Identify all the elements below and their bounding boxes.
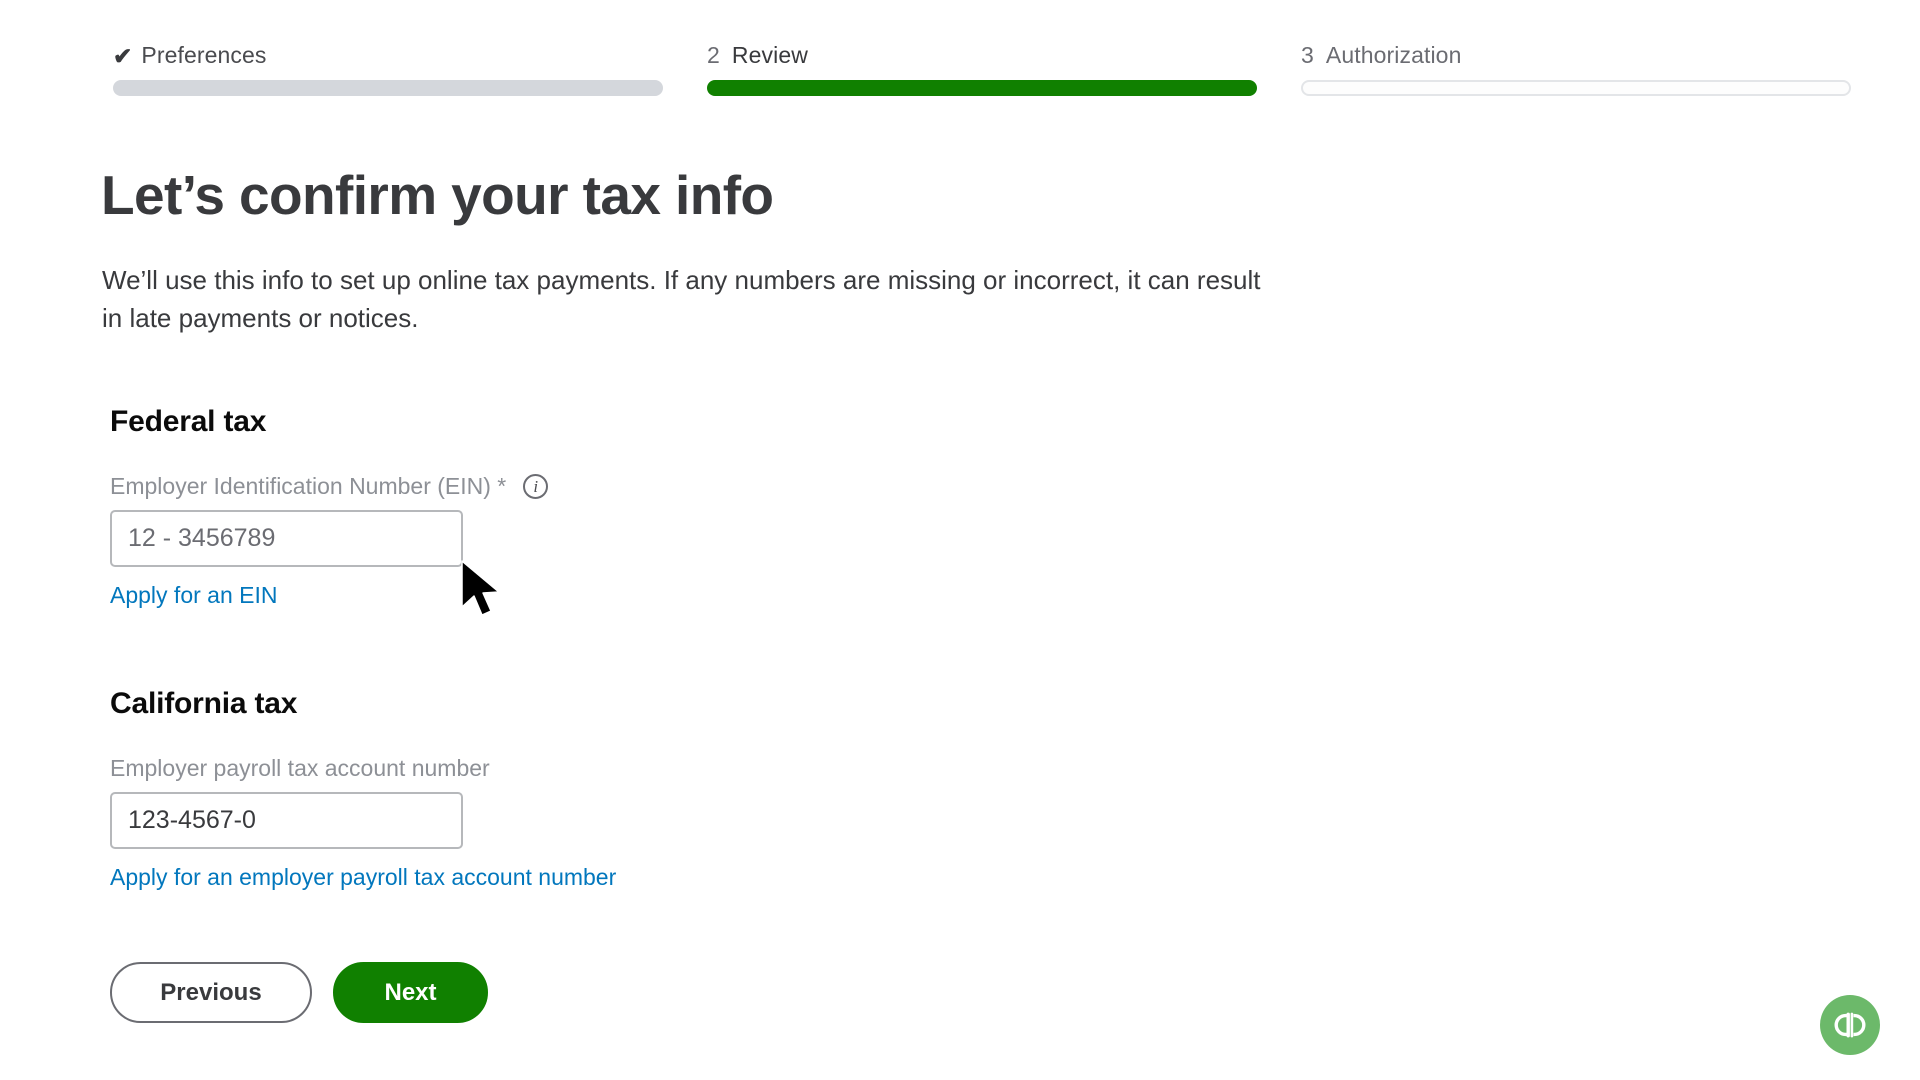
step-review-number: 2	[707, 42, 720, 68]
step-preferences-label: ✔ Preferences	[113, 0, 663, 68]
page-title: Let’s confirm your tax info	[101, 164, 774, 226]
step-review[interactable]: 2 Review	[707, 0, 1257, 96]
info-icon-glyph: i	[533, 476, 539, 496]
previous-button[interactable]: Previous	[110, 962, 312, 1023]
apply-for-ein-link[interactable]: Apply for an EIN	[110, 582, 277, 609]
step-preferences-bar	[113, 80, 663, 96]
ein-input[interactable]	[110, 510, 463, 567]
federal-tax-heading: Federal tax	[110, 405, 267, 438]
california-tax-heading: California tax	[110, 687, 298, 720]
next-button[interactable]: Next	[333, 962, 488, 1023]
step-authorization-bar	[1301, 80, 1851, 96]
quickbooks-logo-icon	[1834, 1012, 1866, 1038]
step-authorization-label: 3 Authorization	[1301, 0, 1851, 68]
quickbooks-logo[interactable]	[1820, 995, 1880, 1055]
ein-field-label: Employer Identification Number (EIN) *	[110, 473, 507, 499]
check-icon: ✔	[113, 43, 133, 69]
payroll-account-input[interactable]	[110, 792, 463, 849]
payroll-account-label-row: Employer payroll tax account number	[110, 755, 616, 782]
payroll-account-field-label: Employer payroll tax account number	[110, 755, 490, 781]
step-review-text: Review	[731, 42, 808, 68]
federal-tax-section: Federal tax Employer Identification Numb…	[110, 405, 549, 609]
info-icon[interactable]: i	[523, 474, 549, 499]
california-tax-section: California tax Employer payroll tax acco…	[110, 687, 616, 891]
step-authorization-text: Authorization	[1325, 42, 1462, 68]
step-preferences[interactable]: ✔ Preferences	[113, 0, 663, 96]
form-actions: Previous Next	[110, 962, 488, 1023]
apply-for-payroll-account-link[interactable]: Apply for an employer payroll tax accoun…	[110, 864, 616, 891]
ein-label-row: Employer Identification Number (EIN) * i	[110, 473, 549, 500]
progress-stepper: ✔ Preferences 2 Review 3 Authorization	[0, 0, 1920, 125]
step-authorization[interactable]: 3 Authorization	[1301, 0, 1851, 96]
step-preferences-text: Preferences	[141, 42, 267, 68]
step-authorization-number: 3	[1301, 42, 1314, 68]
step-review-bar	[707, 80, 1257, 96]
step-review-label: 2 Review	[707, 0, 1257, 68]
page-subtitle: We’ll use this info to set up online tax…	[102, 265, 1261, 333]
